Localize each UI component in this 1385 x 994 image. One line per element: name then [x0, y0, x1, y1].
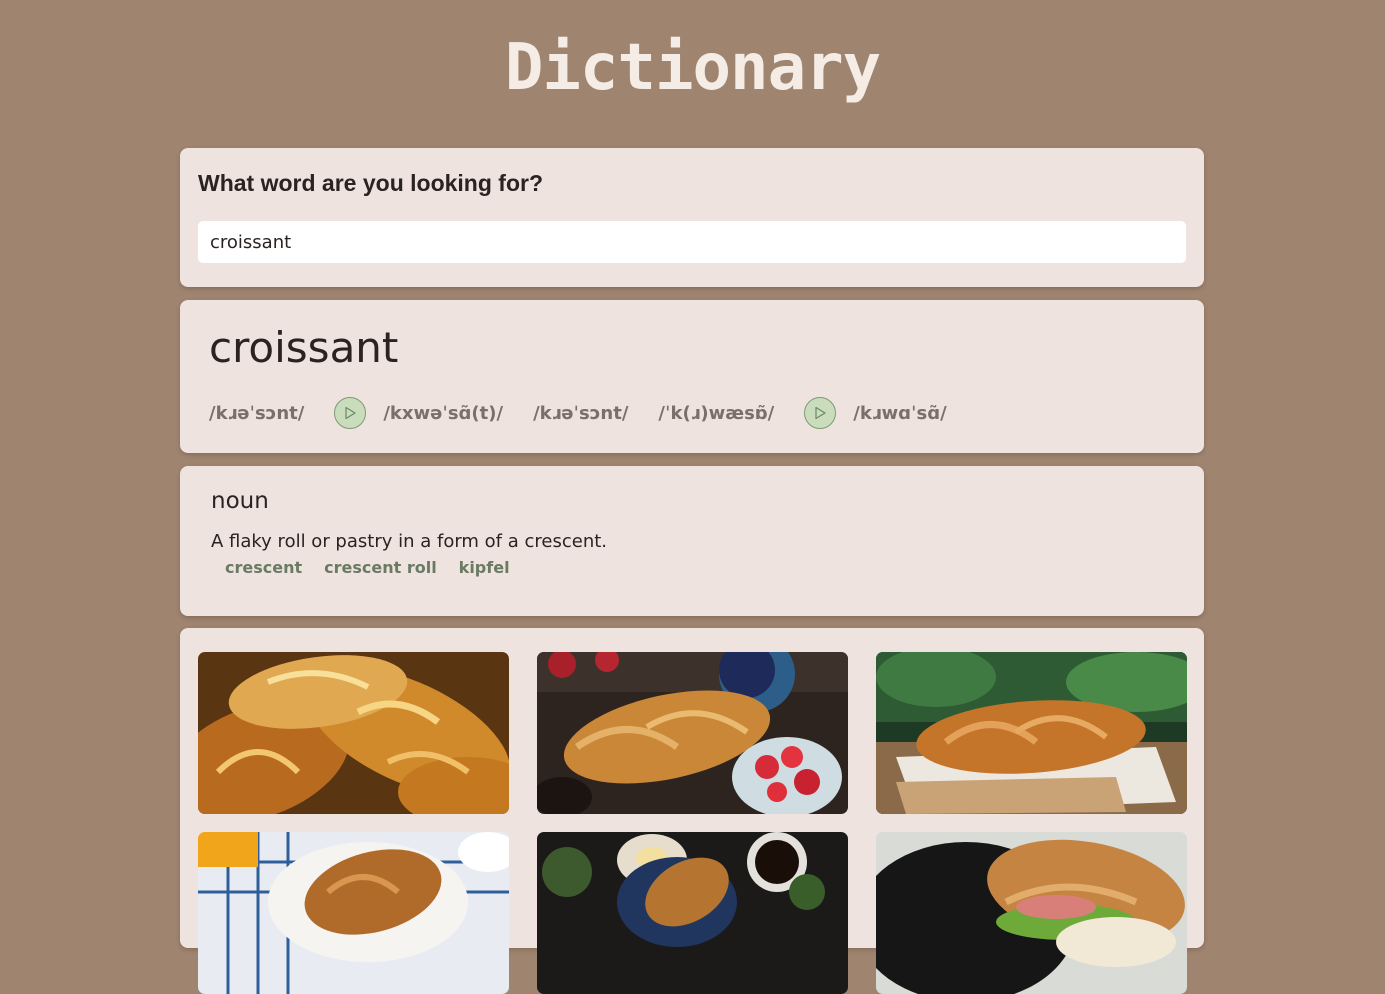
synonym-link[interactable]: crescent roll: [324, 558, 437, 577]
photo-croissants-closeup[interactable]: [198, 652, 509, 814]
synonyms-list: crescent crescent roll kipfel: [225, 558, 532, 577]
app-title: Dictionary: [504, 31, 881, 105]
meaning-card: noun A flaky roll or pastry in a form of…: [180, 466, 1204, 616]
definition-text: A flaky roll or pastry in a form of a cr…: [211, 531, 608, 552]
phonetic-text: /ˈk(ɹ)wæsɒ̃/: [658, 402, 775, 424]
search-card: What word are you looking for?: [180, 148, 1204, 287]
play-icon: [815, 406, 826, 420]
phonetic-item: /kxwəˈsɑ̃(t)/: [334, 397, 503, 429]
headword: croissant: [209, 323, 399, 372]
phonetic-text: /kɹəˈsɔnt/: [533, 402, 629, 424]
search-heading: What word are you looking for?: [198, 170, 543, 196]
play-icon: [345, 406, 356, 420]
phonetics-list: /kɹəˈsɔnt/ /kxwəˈsɑ̃(t)/ /kɹəˈsɔnt/ /ˈk(…: [209, 396, 977, 430]
phonetic-item: /kɹəˈsɔnt/: [209, 403, 304, 424]
phonetic-text: /kɹəˈsɔnt/: [209, 402, 305, 424]
search-input[interactable]: [198, 221, 1186, 263]
dictionary-page: Dictionary What word are you looking for…: [0, 0, 1385, 994]
phonetic-text: /kxwəˈsɑ̃(t)/: [383, 402, 504, 424]
phonetic-text: /kɹwɑˈsɑ̃/: [853, 402, 947, 424]
photo-croissant-sandwich[interactable]: [876, 832, 1187, 994]
photo-croissant-with-berries[interactable]: [537, 652, 848, 814]
play-audio-button[interactable]: [334, 397, 367, 429]
play-audio-button[interactable]: [804, 397, 837, 429]
synonym-link[interactable]: crescent: [225, 558, 302, 577]
photos-card: [180, 628, 1204, 994]
photo-croissant-with-coffee[interactable]: [537, 832, 848, 994]
phonetic-item: /kɹəˈsɔnt/: [533, 403, 628, 424]
photo-croissant-on-board[interactable]: [876, 652, 1187, 814]
word-card: croissant /kɹəˈsɔnt/ /kxwəˈsɑ̃(t)/ /kɹəˈ…: [180, 300, 1204, 453]
photo-croissants-with-juice[interactable]: [198, 832, 509, 994]
part-of-speech: noun: [211, 488, 269, 514]
synonym-link[interactable]: kipfel: [459, 558, 510, 577]
phonetic-item: /kɹwɑˈsɑ̃/: [804, 397, 947, 429]
phonetic-item: /ˈk(ɹ)wæsɒ̃/: [658, 403, 774, 424]
